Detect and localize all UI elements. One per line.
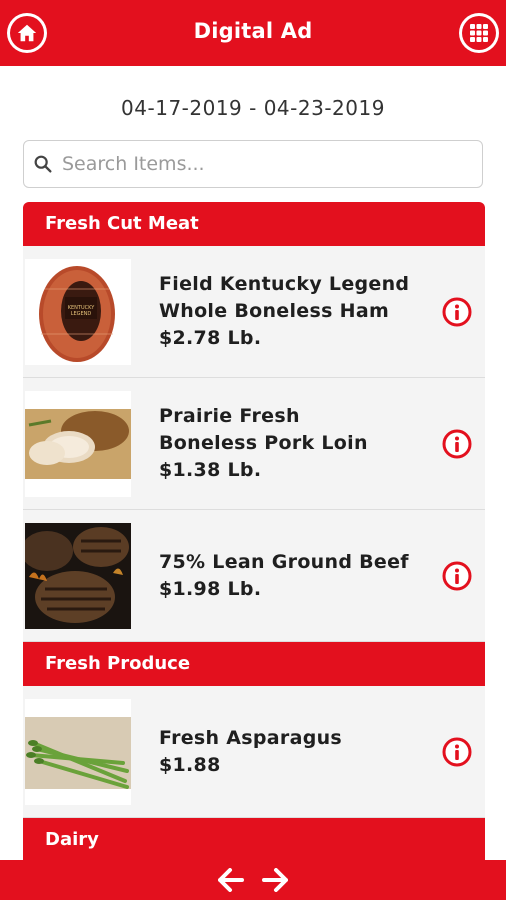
ad-date-range: 04-17-2019 - 04-23-2019 — [121, 96, 385, 120]
ground-beef-image — [25, 523, 131, 629]
section-header-fresh-cut-meat: Fresh Cut Meat — [23, 202, 485, 246]
pork-loin-image — [25, 391, 131, 497]
item-price: $1.88 — [159, 753, 221, 776]
list-item[interactable]: 75% Lean Ground Beef $1.98 Lb. — [23, 510, 485, 642]
item-name-line2: Whole Boneless Ham — [159, 300, 390, 322]
section-header-fresh-produce: Fresh Produce — [23, 642, 485, 686]
search-input[interactable] — [60, 152, 464, 176]
list-item[interactable]: KENTUCKY LEGEND Field Kentucky Legend Wh… — [23, 246, 485, 378]
item-name: Fresh Asparagus — [159, 726, 343, 749]
item-price: $1.38 Lb. — [159, 459, 262, 481]
list-item[interactable]: Prairie Fresh Boneless Pork Loin $1.38 L… — [23, 378, 485, 510]
ad-item-list: Fresh Cut Meat KENTUCKY LEGEND Field Ken… — [23, 202, 485, 860]
item-name-line2: Boneless Pork Loin — [159, 432, 368, 454]
item-details: Fresh Asparagus $1.88 — [159, 686, 429, 817]
grid-menu-icon — [462, 16, 496, 50]
item-details: 75% Lean Ground Beef $1.98 Lb. — [159, 510, 429, 641]
page-title: Digital Ad — [193, 19, 313, 43]
item-details: Prairie Fresh Boneless Pork Loin $1.38 L… — [159, 378, 429, 509]
arrow-left-icon — [218, 868, 244, 892]
list-item[interactable]: Fresh Asparagus $1.88 — [23, 686, 485, 818]
app-root: Digital Ad 04-17-2019 - 04-23-2019 Searc… — [0, 0, 506, 900]
item-details: Field Kentucky Legend Whole Boneless Ham… — [159, 246, 429, 377]
top-bar: Digital Ad — [0, 0, 506, 66]
item-name: 75% Lean Ground Beef — [159, 550, 409, 573]
section-header-dairy: Dairy — [23, 818, 485, 860]
item-name: Field Kentucky Legend — [159, 273, 410, 295]
svg-text:LEGEND: LEGEND — [71, 311, 92, 317]
search-box[interactable] — [23, 140, 483, 188]
info-icon[interactable] — [442, 429, 472, 459]
next-page-button[interactable] — [260, 865, 290, 895]
item-price: $2.78 Lb. — [159, 327, 262, 349]
menu-button[interactable] — [459, 13, 499, 53]
info-icon[interactable] — [442, 737, 472, 767]
ham-image: KENTUCKY LEGEND — [25, 259, 131, 365]
item-price: $1.98 Lb. — [159, 577, 262, 600]
item-name: Prairie Fresh — [159, 405, 300, 427]
info-icon[interactable] — [442, 297, 472, 327]
previous-page-button[interactable] — [216, 865, 246, 895]
arrow-right-icon — [262, 868, 288, 892]
asparagus-image — [25, 699, 131, 805]
info-icon[interactable] — [442, 561, 472, 591]
bottom-nav-bar — [0, 860, 506, 900]
search-icon — [34, 155, 52, 173]
